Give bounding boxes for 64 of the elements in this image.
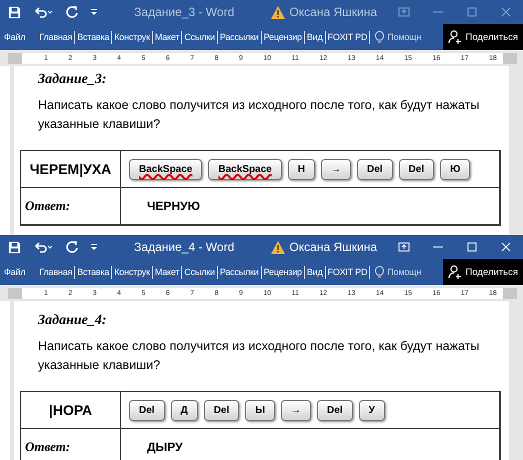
ribbon-tab[interactable]: Главная: [37, 266, 76, 278]
share-button[interactable]: Поделиться: [442, 24, 523, 50]
window-title: Задание_3 - Word: [133, 5, 236, 19]
keyboard-key[interactable]: Ю: [440, 158, 470, 180]
keyboard-key[interactable]: Н: [288, 158, 315, 180]
keyboard-key[interactable]: BackSpace: [208, 158, 282, 180]
customize-caret-icon[interactable]: [91, 8, 97, 16]
task-question: Написать какое слово получится из исходного после того, как будут нажаты указанные клавиши?: [38, 97, 480, 133]
keyboard-key[interactable]: Del: [356, 158, 393, 180]
ribbon-tab[interactable]: Вид: [304, 30, 326, 44]
close-icon[interactable]: [499, 240, 513, 254]
ribbon-tab[interactable]: Макет: [152, 266, 182, 278]
ribbon-tab[interactable]: Файл: [2, 266, 28, 278]
ribbon-tab[interactable]: FOXIT PD: [326, 266, 370, 278]
undo-icon[interactable]: [33, 5, 53, 19]
ribbon-tab[interactable]: Рецензир: [262, 30, 305, 44]
undo-icon[interactable]: [33, 240, 53, 254]
keyboard-key[interactable]: BackSpace: [129, 158, 202, 180]
keyboard-key[interactable]: Del: [398, 158, 434, 180]
ribbon-tab[interactable]: Конструк: [112, 30, 153, 44]
lightbulb-icon[interactable]: [375, 30, 384, 44]
customize-caret-icon[interactable]: [91, 243, 97, 251]
keyboard-key[interactable]: →: [281, 400, 312, 420]
user-name[interactable]: Оксана Яшкина: [289, 240, 377, 254]
user-name[interactable]: Оксана Яшкина: [289, 5, 377, 19]
warning-icon: [271, 240, 286, 254]
ribbon-tab[interactable]: Рассылки: [218, 266, 262, 278]
task-heading: Задание_4:: [38, 313, 108, 329]
ribbon-tab[interactable]: Макет: [152, 30, 182, 44]
task-heading: Задание_3:: [38, 72, 108, 88]
ribbon-tab[interactable]: Рассылки: [218, 30, 262, 44]
help-search[interactable]: Помощн: [387, 32, 422, 42]
ribbon-tab[interactable]: Ссылки: [182, 30, 218, 44]
warning-icon: [271, 6, 286, 18]
save-icon[interactable]: [8, 240, 21, 254]
ribbon-tab[interactable]: Рецензир: [262, 266, 305, 278]
keyboard-key[interactable]: Ы: [245, 400, 276, 420]
maximize-icon[interactable]: [465, 240, 479, 254]
ribbon-tab[interactable]: FOXIT PD: [326, 30, 370, 44]
keyboard-key[interactable]: →: [320, 158, 351, 180]
ribbon-tab[interactable]: Вид: [304, 266, 326, 278]
save-icon[interactable]: [8, 6, 21, 18]
ribbon-tab[interactable]: Файл: [2, 30, 28, 44]
keyboard-key[interactable]: Del: [317, 400, 353, 420]
ribbon-tab[interactable]: Конструк: [112, 266, 153, 278]
add-person-icon: [448, 265, 462, 279]
keyboard-key[interactable]: У: [358, 400, 385, 420]
help-search[interactable]: Помощн: [387, 267, 422, 277]
task-question: Написать какое слово получится из исходного после того, как будут нажаты указанные клавиши?: [38, 338, 480, 374]
redo-icon[interactable]: [65, 5, 79, 19]
lightbulb-icon[interactable]: [375, 266, 384, 278]
ribbon-tab[interactable]: Ссылки: [182, 266, 218, 278]
window-title: Задание_4 - Word: [133, 240, 236, 254]
add-person-icon: [448, 30, 462, 44]
ribbon-display-icon[interactable]: [397, 240, 411, 254]
keyboard-key[interactable]: Д: [170, 400, 198, 420]
table-cell: ЧЕРНУЮ: [120, 187, 500, 225]
keyboard-key[interactable]: Del: [129, 400, 165, 420]
ribbon-tab[interactable]: Вставка: [75, 266, 112, 278]
redo-icon[interactable]: [65, 240, 79, 254]
ribbon-tab[interactable]: Вставка: [75, 30, 112, 44]
share-button[interactable]: Поделиться: [442, 259, 523, 285]
keyboard-key[interactable]: Del: [204, 400, 240, 420]
ribbon-tab[interactable]: Главная: [37, 30, 76, 44]
